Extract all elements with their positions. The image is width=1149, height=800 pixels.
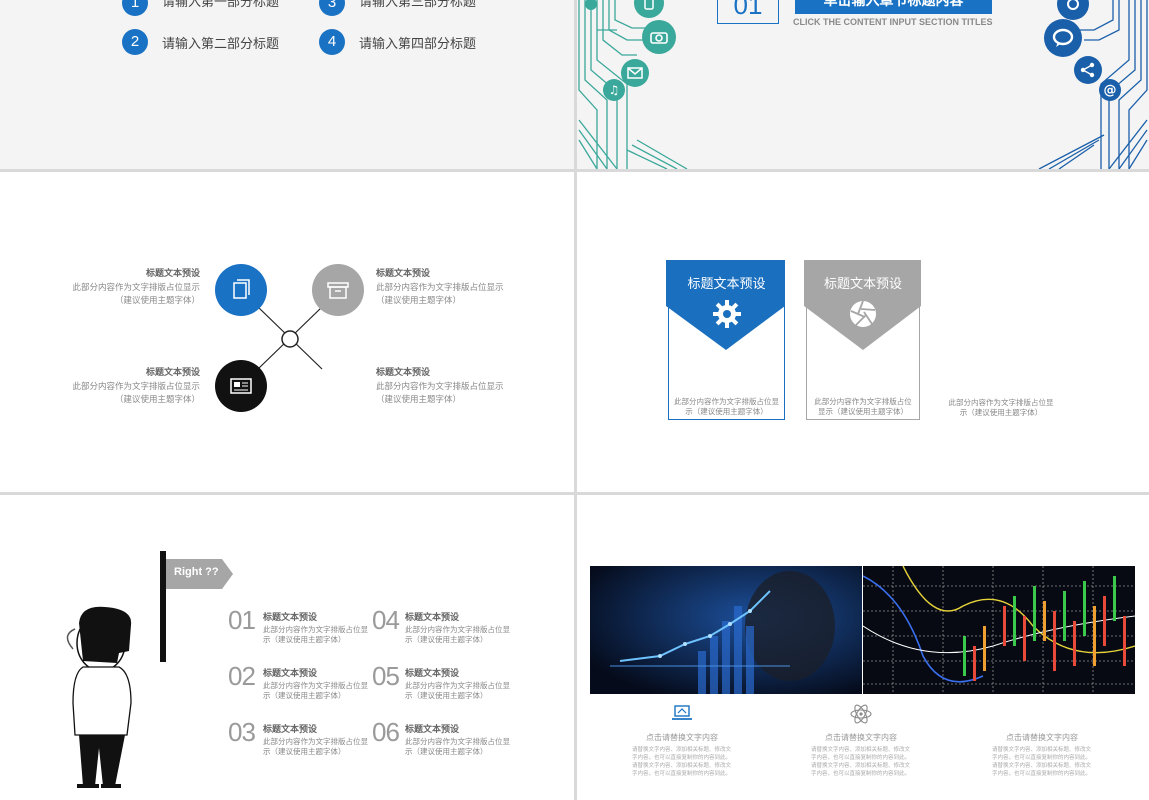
item-title: 标题文本预设 (405, 613, 460, 623)
item-number: 06 (372, 717, 400, 747)
gear-icon (712, 299, 742, 333)
toc-number-4: 4 (319, 29, 345, 55)
point-title: 标题文本预设 (145, 269, 200, 279)
item-title: 标题文本预设 (263, 725, 318, 735)
share-icon (1074, 56, 1102, 84)
item-text: 此部分内容作为文字排版占位显示（建议使用主题字体） (263, 681, 368, 700)
item-title: 标题文本预设 (263, 669, 318, 679)
aperture-icon (848, 299, 878, 333)
item-number: 04 (372, 605, 400, 635)
card-title: 标题文本预设 (823, 277, 902, 292)
laptop-icon (671, 704, 693, 726)
point-block-3: 标题文本预设 此部分内容作为文字排版占位显示（建议使用主题字体） (70, 365, 200, 407)
point-title: 标题文本预设 (376, 368, 431, 378)
section-subtitle: CLICK THE CONTENT INPUT SECTION TITLES (793, 17, 993, 27)
card-title: 标题文本预设 (687, 277, 766, 292)
toc-item-1-label: 请输入第一部分标题 (162, 0, 280, 10)
point-title: 标题文本预设 (376, 269, 431, 279)
document-icon (215, 264, 267, 316)
point-text: 此部分内容作为文字排版占位显示（建议使用主题字体） (72, 382, 200, 405)
section-title: 单击输入章节标题内容 (795, 0, 992, 14)
card-text: 此部分内容作为文字排版占位显示（建议使用主题字体） (674, 397, 779, 416)
column-title: 点击请替换文字内容 (1006, 733, 1078, 742)
connector-lines (257, 306, 323, 370)
column-text: 请替换文字内容、添加相关标题、修改文字内容，也可以直接复制你的内容到此。请替换文… (632, 747, 732, 777)
toc-item-2-label: 请输入第二部分标题 (162, 37, 280, 52)
item-text: 此部分内容作为文字排版占位显示（建议使用主题字体） (405, 625, 510, 644)
toc-number-1: 1 (122, 0, 148, 16)
item-text: 此部分内容作为文字排版占位显示（建议使用主题字体） (263, 737, 368, 756)
point-text: 此部分内容作为文字排版占位显示（建议使用主题字体） (376, 382, 504, 405)
column-3: 点击请替换文字内容 请替换文字内容、添加相关标题、修改文字内容，也可以直接复制你… (992, 732, 1092, 778)
flag-label: Right ?? (174, 566, 219, 578)
column-2: 点击请替换文字内容 请替换文字内容、添加相关标题、修改文字内容，也可以直接复制你… (811, 732, 911, 778)
point-block-2: 标题文本预设 此部分内容作为文字排版占位显示（建议使用主题字体） (376, 266, 511, 308)
toc-item-4-label: 请输入第四部分标题 (359, 37, 477, 52)
extra-caption: 此部分内容作为文字排版占位显示（建议使用主题字体） (948, 398, 1054, 417)
item-text: 此部分内容作为文字排版占位显示（建议使用主题字体） (405, 681, 510, 700)
slide-image-columns[interactable]: 点击请替换文字内容 请替换文字内容、添加相关标题、修改文字内容，也可以直接复制你… (577, 495, 1149, 800)
newspaper-icon (215, 360, 267, 412)
toc-item-3-label: 请输入第三部分标题 (359, 0, 477, 10)
column-1: 点击请替换文字内容 请替换文字内容、添加相关标题、修改文字内容，也可以直接复制你… (632, 732, 732, 778)
point-title: 标题文本预设 (145, 368, 200, 378)
toc-number-2: 2 (122, 29, 148, 55)
box-icon (312, 264, 364, 316)
slide-toc[interactable]: 1 请输入第一部分标题 3 请输入第三部分标题 2 请输入第二部分标题 4 请输… (0, 0, 574, 169)
column-text: 请替换文字内容、添加相关标题、修改文字内容，也可以直接复制你的内容到此。请替换文… (992, 747, 1092, 777)
business-chart-photo (590, 566, 862, 694)
column-text: 请替换文字内容、添加相关标题、修改文字内容，也可以直接复制你的内容到此。请替换文… (811, 747, 911, 777)
at-sign-icon: @ (1099, 79, 1121, 101)
toc-number-3: 3 (319, 0, 345, 16)
slide-two-cards[interactable]: 标题文本预设 此部分内容作为文字排版占位显示（建议使用主题字体） 标题文本预设 … (577, 172, 1149, 492)
point-block-4: 标题文本预设 此部分内容作为文字排版占位显示（建议使用主题字体） (376, 365, 511, 407)
item-number: 03 (228, 717, 256, 747)
point-text: 此部分内容作为文字排版占位显示（建议使用主题字体） (376, 283, 504, 306)
mail-icon (621, 59, 649, 87)
item-title: 标题文本预设 (263, 613, 318, 623)
column-title: 点击请替换文字内容 (825, 733, 897, 742)
atom-icon (850, 703, 872, 729)
item-title: 标题文本预设 (405, 725, 460, 735)
stock-chart-photo (863, 566, 1135, 694)
item-text: 此部分内容作为文字排版占位显示（建议使用主题字体） (263, 625, 368, 644)
point-text: 此部分内容作为文字排版占位显示（建议使用主题字体） (72, 283, 200, 306)
slide-six-items[interactable]: Right ?? 01 标题文本预设 此部分内容作为文字排版占位显示（建议使用主… (0, 495, 574, 800)
music-note-icon: ♫ (603, 79, 625, 101)
point-block-1: 标题文本预设 此部分内容作为文字排版占位显示（建议使用主题字体） (70, 266, 200, 308)
item-title: 标题文本预设 (405, 669, 460, 679)
item-number: 02 (228, 661, 256, 691)
item-text: 此部分内容作为文字排版占位显示（建议使用主题字体） (405, 737, 510, 756)
card-gray[interactable]: 标题文本预设 此部分内容作为文字排版占位显示（建议使用主题字体） (804, 260, 921, 420)
chat-bubble-icon (1044, 19, 1082, 57)
camera-icon (642, 20, 676, 54)
section-number: 01 (717, 0, 779, 24)
card-blue[interactable]: 标题文本预设 此部分内容作为文字排版占位显示（建议使用主题字体） (666, 260, 785, 420)
item-number: 05 (372, 661, 400, 691)
person-illustration (66, 606, 132, 788)
item-number: 01 (228, 605, 256, 635)
card-text: 此部分内容作为文字排版占位显示（建议使用主题字体） (814, 397, 912, 416)
slide-four-points[interactable]: 标题文本预设 此部分内容作为文字排版占位显示（建议使用主题字体） 标题文本预设 … (0, 172, 574, 492)
slide-section-cover[interactable]: ♫ 01 单击输入章节标题内容 CLICK THE CONTENT INPUT … (577, 0, 1149, 169)
column-title: 点击请替换文字内容 (646, 733, 718, 742)
